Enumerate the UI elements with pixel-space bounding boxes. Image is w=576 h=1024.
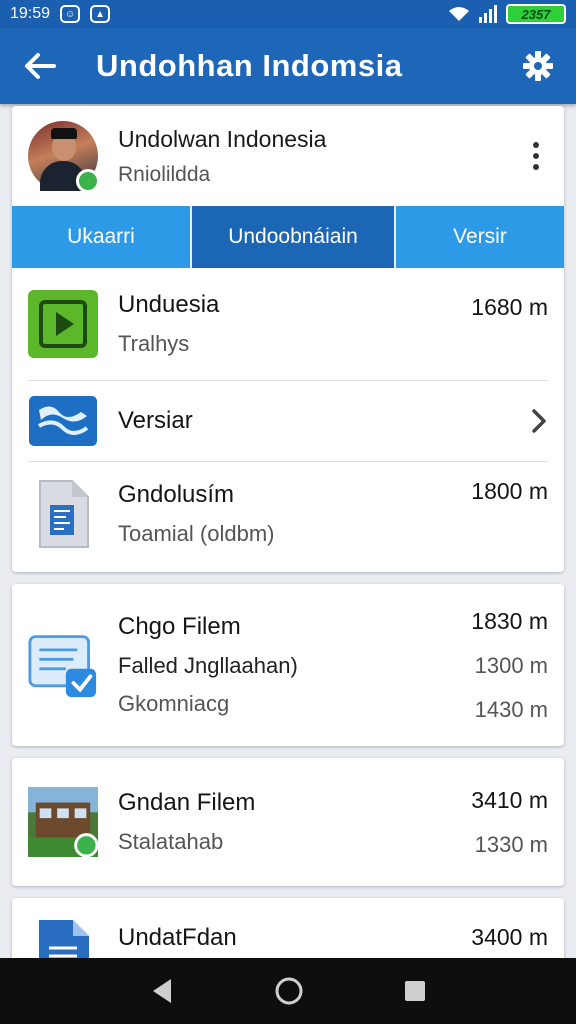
item-value: 1800 m bbox=[471, 478, 548, 504]
settings-button[interactable] bbox=[500, 51, 576, 81]
profile-name: Undolwan Indonesia bbox=[118, 125, 327, 152]
nav-back-icon[interactable] bbox=[149, 977, 175, 1005]
more-vert-icon[interactable] bbox=[524, 142, 548, 170]
status-bar: 19:59 ☺ ▲ 2357 bbox=[0, 0, 576, 28]
file-value-1: 1830 m bbox=[471, 607, 548, 634]
profile-subtitle: Rniolildda bbox=[118, 162, 211, 186]
item-subtitle: Toamial (oldbm) bbox=[118, 521, 275, 546]
video-play-icon bbox=[28, 289, 98, 359]
avatar bbox=[28, 121, 100, 193]
gear-icon bbox=[523, 51, 553, 81]
chevron-right-icon bbox=[532, 409, 546, 433]
signal-icon bbox=[479, 5, 497, 23]
list-item[interactable]: Unduesia Tralhys 1680 m bbox=[12, 268, 564, 380]
online-badge bbox=[76, 169, 100, 193]
list-item[interactable]: Versiar bbox=[12, 381, 564, 461]
film-title: Gndan Filem bbox=[118, 789, 256, 816]
status-time: 19:59 bbox=[10, 5, 51, 22]
file-title: Chgo Filem bbox=[118, 613, 241, 640]
building-thumbnail-icon bbox=[28, 787, 98, 858]
back-arrow-icon bbox=[25, 53, 56, 79]
profile-header[interactable]: Undolwan Indonesia Rniolildda bbox=[12, 106, 564, 206]
film-card[interactable]: Gndan Filem Stalatahab 3410 m 1330 m bbox=[12, 758, 564, 886]
item-title: Versiar bbox=[118, 407, 193, 434]
file-card[interactable]: Chgo Filem Falled Jngllaahan) Gkomniacg … bbox=[12, 584, 564, 746]
film-value-1: 3410 m bbox=[471, 786, 548, 813]
file-line3: Gkomniacg bbox=[118, 691, 230, 716]
item-value: 1680 m bbox=[471, 294, 548, 320]
nav-home-icon[interactable] bbox=[274, 976, 304, 1006]
item-title: Gndolusím bbox=[118, 481, 235, 508]
system-nav-bar bbox=[0, 958, 576, 1024]
map-icon bbox=[28, 386, 98, 456]
file-line2: Falled Jngllaahan) bbox=[118, 653, 298, 678]
file-value-2: 1300 m bbox=[474, 652, 548, 678]
back-button[interactable] bbox=[0, 52, 80, 80]
film-subtitle: Stalatahab bbox=[118, 829, 224, 854]
item-title: Unduesia bbox=[118, 291, 220, 318]
tab-undoobnaiain[interactable]: Undoobnáiain bbox=[190, 206, 394, 268]
list-item[interactable]: Gndolusím Toamial (oldbm) 1800 m bbox=[12, 462, 564, 566]
docs-title: UndatFdan bbox=[118, 924, 237, 951]
tab-versir[interactable]: Versir bbox=[394, 206, 564, 268]
nav-recents-icon[interactable] bbox=[403, 979, 427, 1003]
app-bar: Undohhan Indomsia bbox=[0, 28, 576, 104]
file-value-3: 1430 m bbox=[474, 696, 548, 722]
wifi-icon bbox=[449, 7, 469, 21]
battery-icon: 2357 bbox=[506, 4, 566, 24]
notification-icon: ▲ bbox=[90, 5, 111, 23]
tab-ukaarri[interactable]: Ukaarri bbox=[12, 206, 190, 268]
film-value-2: 1330 m bbox=[474, 831, 548, 857]
tab-bar: Ukaarri Undoobnáiain Versir bbox=[12, 206, 564, 268]
docs-value: 3400 m bbox=[471, 924, 548, 950]
notification-icon: ☺ bbox=[60, 5, 81, 23]
document-icon bbox=[28, 479, 98, 549]
document-edit-icon bbox=[28, 630, 98, 700]
item-subtitle: Tralhys bbox=[118, 331, 190, 356]
main-card: Undolwan Indonesia Rniolildda Ukaarri Un… bbox=[12, 106, 564, 572]
page-title: Undohhan Indomsia bbox=[96, 48, 403, 83]
